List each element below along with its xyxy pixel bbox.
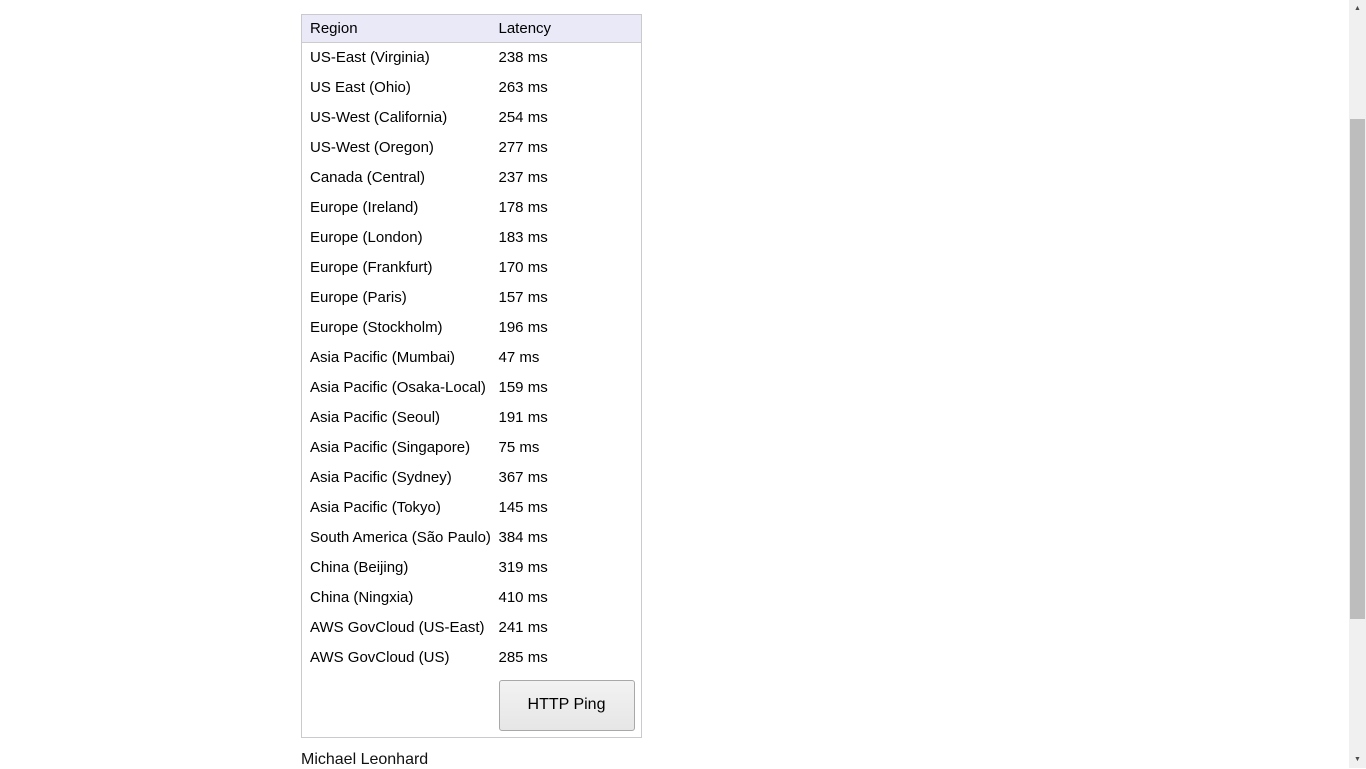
column-header-region: Region xyxy=(302,15,491,43)
empty-cell xyxy=(302,673,491,738)
region-cell: Europe (Frankfurt) xyxy=(302,253,491,283)
region-cell: Asia Pacific (Sydney) xyxy=(302,463,491,493)
region-cell: Europe (Ireland) xyxy=(302,193,491,223)
latency-cell: 254 ms xyxy=(491,103,642,133)
vertical-scrollbar[interactable]: ▲ ▼ xyxy=(1349,0,1366,768)
latency-table-header: Region Latency xyxy=(302,15,642,43)
latency-cell: 277 ms xyxy=(491,133,642,163)
region-cell: Asia Pacific (Seoul) xyxy=(302,403,491,433)
button-row: HTTP Ping xyxy=(302,673,642,738)
latency-cell: 367 ms xyxy=(491,463,642,493)
table-row: US-West (California) 254 ms xyxy=(302,103,642,133)
table-row: Asia Pacific (Osaka-Local) 159 ms xyxy=(302,373,642,403)
latency-cell: 178 ms xyxy=(491,193,642,223)
latency-cell: 319 ms xyxy=(491,553,642,583)
page-content: Region Latency US-East (Virginia) 238 ms… xyxy=(301,14,641,769)
latency-table-body: US-East (Virginia) 238 ms US East (Ohio)… xyxy=(302,43,642,673)
latency-cell: 145 ms xyxy=(491,493,642,523)
table-row: US East (Ohio) 263 ms xyxy=(302,73,642,103)
region-cell: China (Ningxia) xyxy=(302,583,491,613)
table-row: China (Ningxia) 410 ms xyxy=(302,583,642,613)
latency-cell: 191 ms xyxy=(491,403,642,433)
region-cell: Asia Pacific (Tokyo) xyxy=(302,493,491,523)
table-row: AWS GovCloud (US-East) 241 ms xyxy=(302,613,642,643)
button-cell: HTTP Ping xyxy=(491,673,642,738)
region-cell: Asia Pacific (Mumbai) xyxy=(302,343,491,373)
table-row: Asia Pacific (Tokyo) 145 ms xyxy=(302,493,642,523)
table-row: US-East (Virginia) 238 ms xyxy=(302,43,642,73)
region-cell: South America (São Paulo) xyxy=(302,523,491,553)
table-row: Asia Pacific (Mumbai) 47 ms xyxy=(302,343,642,373)
latency-cell: 410 ms xyxy=(491,583,642,613)
scrollbar-up-arrow-icon[interactable]: ▲ xyxy=(1349,0,1366,17)
latency-table-footer: HTTP Ping xyxy=(302,673,642,738)
region-cell: Europe (Paris) xyxy=(302,283,491,313)
region-cell: US-West (California) xyxy=(302,103,491,133)
latency-cell: 384 ms xyxy=(491,523,642,553)
table-row: Europe (Stockholm) 196 ms xyxy=(302,313,642,343)
http-ping-button[interactable]: HTTP Ping xyxy=(499,680,635,731)
region-cell: China (Beijing) xyxy=(302,553,491,583)
latency-cell: 75 ms xyxy=(491,433,642,463)
region-cell: US-East (Virginia) xyxy=(302,43,491,73)
latency-table: Region Latency US-East (Virginia) 238 ms… xyxy=(301,14,642,738)
latency-cell: 170 ms xyxy=(491,253,642,283)
table-row: US-West (Oregon) 277 ms xyxy=(302,133,642,163)
latency-cell: 157 ms xyxy=(491,283,642,313)
table-row: South America (São Paulo) 384 ms xyxy=(302,523,642,553)
latency-cell: 196 ms xyxy=(491,313,642,343)
table-row: China (Beijing) 319 ms xyxy=(302,553,642,583)
table-row: AWS GovCloud (US) 285 ms xyxy=(302,643,642,673)
region-cell: AWS GovCloud (US) xyxy=(302,643,491,673)
region-cell: Canada (Central) xyxy=(302,163,491,193)
scrollbar-thumb[interactable] xyxy=(1350,119,1365,619)
table-row: Asia Pacific (Seoul) 191 ms xyxy=(302,403,642,433)
region-cell: Europe (London) xyxy=(302,223,491,253)
region-cell: AWS GovCloud (US-East) xyxy=(302,613,491,643)
latency-cell: 241 ms xyxy=(491,613,642,643)
table-row: Europe (Paris) 157 ms xyxy=(302,283,642,313)
table-row: Europe (Frankfurt) 170 ms xyxy=(302,253,642,283)
region-cell: US East (Ohio) xyxy=(302,73,491,103)
region-cell: Europe (Stockholm) xyxy=(302,313,491,343)
column-header-latency: Latency xyxy=(491,15,642,43)
scrollbar-down-arrow-icon[interactable]: ▼ xyxy=(1349,751,1366,768)
table-row: Europe (London) 183 ms xyxy=(302,223,642,253)
latency-cell: 159 ms xyxy=(491,373,642,403)
table-row: Asia Pacific (Singapore) 75 ms xyxy=(302,433,642,463)
region-cell: Asia Pacific (Singapore) xyxy=(302,433,491,463)
table-row: Canada (Central) 237 ms xyxy=(302,163,642,193)
latency-cell: 183 ms xyxy=(491,223,642,253)
latency-cell: 285 ms xyxy=(491,643,642,673)
latency-cell: 237 ms xyxy=(491,163,642,193)
author-link[interactable]: Michael Leonhard xyxy=(301,751,428,769)
latency-cell: 47 ms xyxy=(491,343,642,373)
header-row: Region Latency xyxy=(302,15,642,43)
table-row: Asia Pacific (Sydney) 367 ms xyxy=(302,463,642,493)
region-cell: Asia Pacific (Osaka-Local) xyxy=(302,373,491,403)
latency-cell: 238 ms xyxy=(491,43,642,73)
latency-cell: 263 ms xyxy=(491,73,642,103)
region-cell: US-West (Oregon) xyxy=(302,133,491,163)
table-row: Europe (Ireland) 178 ms xyxy=(302,193,642,223)
